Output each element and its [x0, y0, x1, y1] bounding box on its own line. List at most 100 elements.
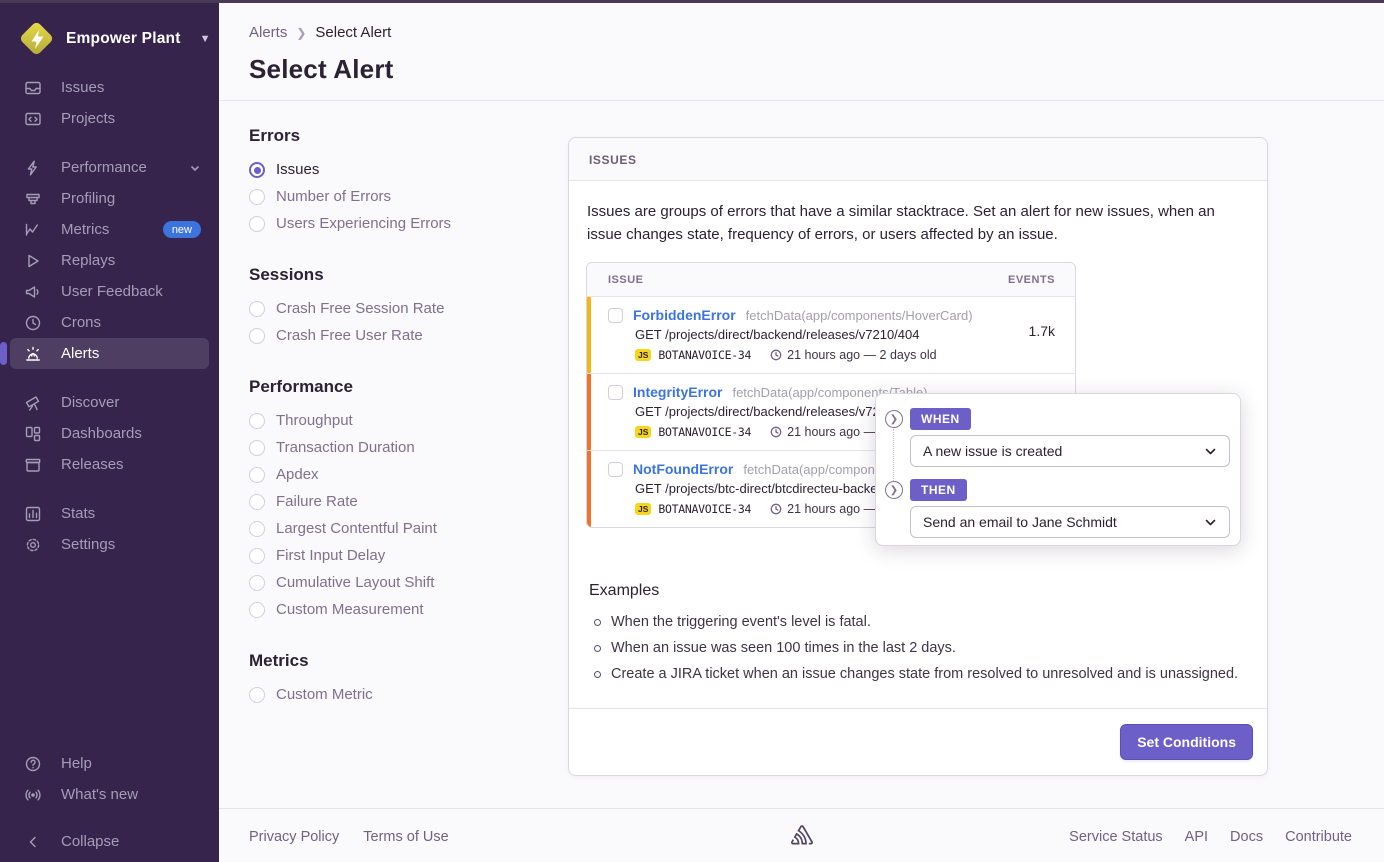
then-badge: THEN [910, 479, 967, 501]
help-icon [24, 755, 42, 773]
row-checkbox[interactable] [608, 308, 623, 323]
radio-icon[interactable] [249, 189, 265, 205]
radio-number-of-errors[interactable]: Number of Errors [249, 183, 549, 210]
clock-icon [770, 349, 782, 361]
then-select[interactable]: Send an email to Jane Schmidt [910, 506, 1230, 538]
node-circle-icon: ❯ [885, 481, 903, 499]
radio-icon[interactable] [249, 467, 265, 483]
radio-icon[interactable] [249, 548, 265, 564]
service-status-link[interactable]: Service Status [1069, 829, 1163, 845]
radio-cumulative-layout-shift[interactable]: Cumulative Layout Shift [249, 569, 549, 596]
issue-title-link[interactable]: IntegrityError [633, 384, 722, 400]
sidebar-item-settings[interactable]: Settings [0, 529, 219, 560]
radio-throughput[interactable]: Throughput [249, 407, 549, 434]
megaphone-icon [24, 283, 42, 301]
clock-icon [770, 426, 782, 438]
clock-icon [24, 314, 42, 332]
sidebar-item-performance[interactable]: Performance [0, 152, 219, 183]
row-checkbox[interactable] [608, 462, 623, 477]
radio-icon[interactable] [249, 521, 265, 537]
clock-icon [770, 503, 782, 515]
radio-users-experiencing-errors[interactable]: Users Experiencing Errors [249, 210, 549, 237]
api-link[interactable]: API [1185, 829, 1208, 845]
chevron-down-icon: ▼ [200, 33, 211, 45]
sidebar-item-releases[interactable]: Releases [0, 449, 219, 480]
radio-apdex[interactable]: Apdex [249, 461, 549, 488]
sidebar-item-discover[interactable]: Discover [0, 387, 219, 418]
radio-icon[interactable] [249, 440, 265, 456]
siren-icon [24, 345, 42, 363]
bar-chart-icon [24, 505, 42, 523]
radio-icon[interactable] [249, 162, 265, 178]
sidebar-item-user-feedback[interactable]: User Feedback [0, 276, 219, 307]
set-conditions-button[interactable]: Set Conditions [1120, 724, 1253, 760]
sidebar-item-metrics[interactable]: Metrics new [0, 214, 219, 245]
radio-icon[interactable] [249, 216, 265, 232]
radio-custom-measurement[interactable]: Custom Measurement [249, 596, 549, 623]
sidebar-item-issues[interactable]: Issues [0, 72, 219, 103]
replays-icon [24, 252, 42, 270]
radio-custom-metric[interactable]: Custom Metric [249, 681, 549, 708]
terms-of-use-link[interactable]: Terms of Use [363, 829, 448, 845]
column-events: EVENTS [1008, 274, 1055, 286]
group-title-metrics: Metrics [249, 651, 549, 671]
radio-icon[interactable] [249, 575, 265, 591]
radio-transaction-duration[interactable]: Transaction Duration [249, 434, 549, 461]
example-item: When an issue was seen 100 times in the … [589, 640, 1247, 656]
breadcrumb-current: Select Alert [315, 24, 391, 41]
when-select[interactable]: A new issue is created [910, 435, 1230, 467]
sidebar-item-replays[interactable]: Replays [0, 245, 219, 276]
dashboards-icon [24, 425, 42, 443]
sidebar-item-crons[interactable]: Crons [0, 307, 219, 338]
events-count: 1.7k [1029, 323, 1055, 339]
row-checkbox[interactable] [608, 385, 623, 400]
project-slug: BOTANAVOICE-34 [658, 348, 751, 362]
issue-age: 21 hours ago — 2 days old [787, 348, 936, 362]
new-badge: new [163, 221, 201, 238]
radio-icon[interactable] [249, 301, 265, 317]
group-title-performance: Performance [249, 377, 549, 397]
collapse-button[interactable]: Collapse [0, 826, 219, 857]
level-indicator [587, 297, 591, 373]
radio-first-input-delay[interactable]: First Input Delay [249, 542, 549, 569]
sentry-org-logo-icon [20, 22, 54, 56]
sidebar-item-alerts[interactable]: Alerts [10, 338, 209, 369]
radio-crash-free-user-rate[interactable]: Crash Free User Rate [249, 322, 549, 349]
level-indicator [587, 451, 591, 527]
contribute-link[interactable]: Contribute [1285, 829, 1352, 845]
issues-icon [24, 79, 42, 97]
panel-description: Issues are groups of errors that have a … [569, 181, 1267, 246]
radio-failure-rate[interactable]: Failure Rate [249, 488, 549, 515]
sidebar-item-help[interactable]: Help [0, 748, 219, 779]
active-indicator [0, 342, 7, 365]
docs-link[interactable]: Docs [1230, 829, 1263, 845]
radio-icon[interactable] [249, 328, 265, 344]
radio-icon[interactable] [249, 494, 265, 510]
sidebar-nav: Issues Performance Projects Performance … [0, 72, 219, 578]
table-row[interactable]: ForbiddenError fetchData(app/components/… [587, 297, 1075, 374]
project-slug: BOTANAVOICE-34 [658, 502, 751, 516]
sidebar-item-dashboards[interactable]: Dashboards [0, 418, 219, 449]
sidebar-item-whats-new[interactable]: What's new [0, 779, 219, 810]
radio-icon[interactable] [249, 687, 265, 703]
org-switcher[interactable]: Empower Plant ▼ [0, 0, 219, 56]
projects-icon [24, 110, 42, 128]
issue-title-link[interactable]: NotFoundError [633, 461, 733, 477]
sidebar-item-stats[interactable]: Stats [0, 498, 219, 529]
radio-largest-contentful-paint[interactable]: Largest Contentful Paint [249, 515, 549, 542]
sidebar-item-projects[interactable]: Performance Projects [0, 103, 219, 134]
radio-icon[interactable] [249, 602, 265, 618]
sidebar-item-profiling[interactable]: Profiling [0, 183, 219, 214]
issue-title-link[interactable]: ForbiddenError [633, 307, 736, 323]
radio-issues[interactable]: Issues [249, 156, 549, 183]
breadcrumb-alerts[interactable]: Alerts [249, 24, 287, 41]
breadcrumb: Alerts ❯ Select Alert [249, 24, 391, 41]
chevron-down-icon [1204, 516, 1217, 529]
privacy-policy-link[interactable]: Privacy Policy [249, 829, 339, 845]
radio-crash-free-session-rate[interactable]: Crash Free Session Rate [249, 295, 549, 322]
group-title-sessions: Sessions [249, 265, 549, 285]
radio-icon[interactable] [249, 413, 265, 429]
panel-header: ISSUES [569, 138, 1267, 181]
sidebar: Empower Plant ▼ Issues Performance Proje… [0, 0, 219, 862]
page-footer: Privacy Policy Terms of Use Service Stat… [219, 808, 1384, 862]
